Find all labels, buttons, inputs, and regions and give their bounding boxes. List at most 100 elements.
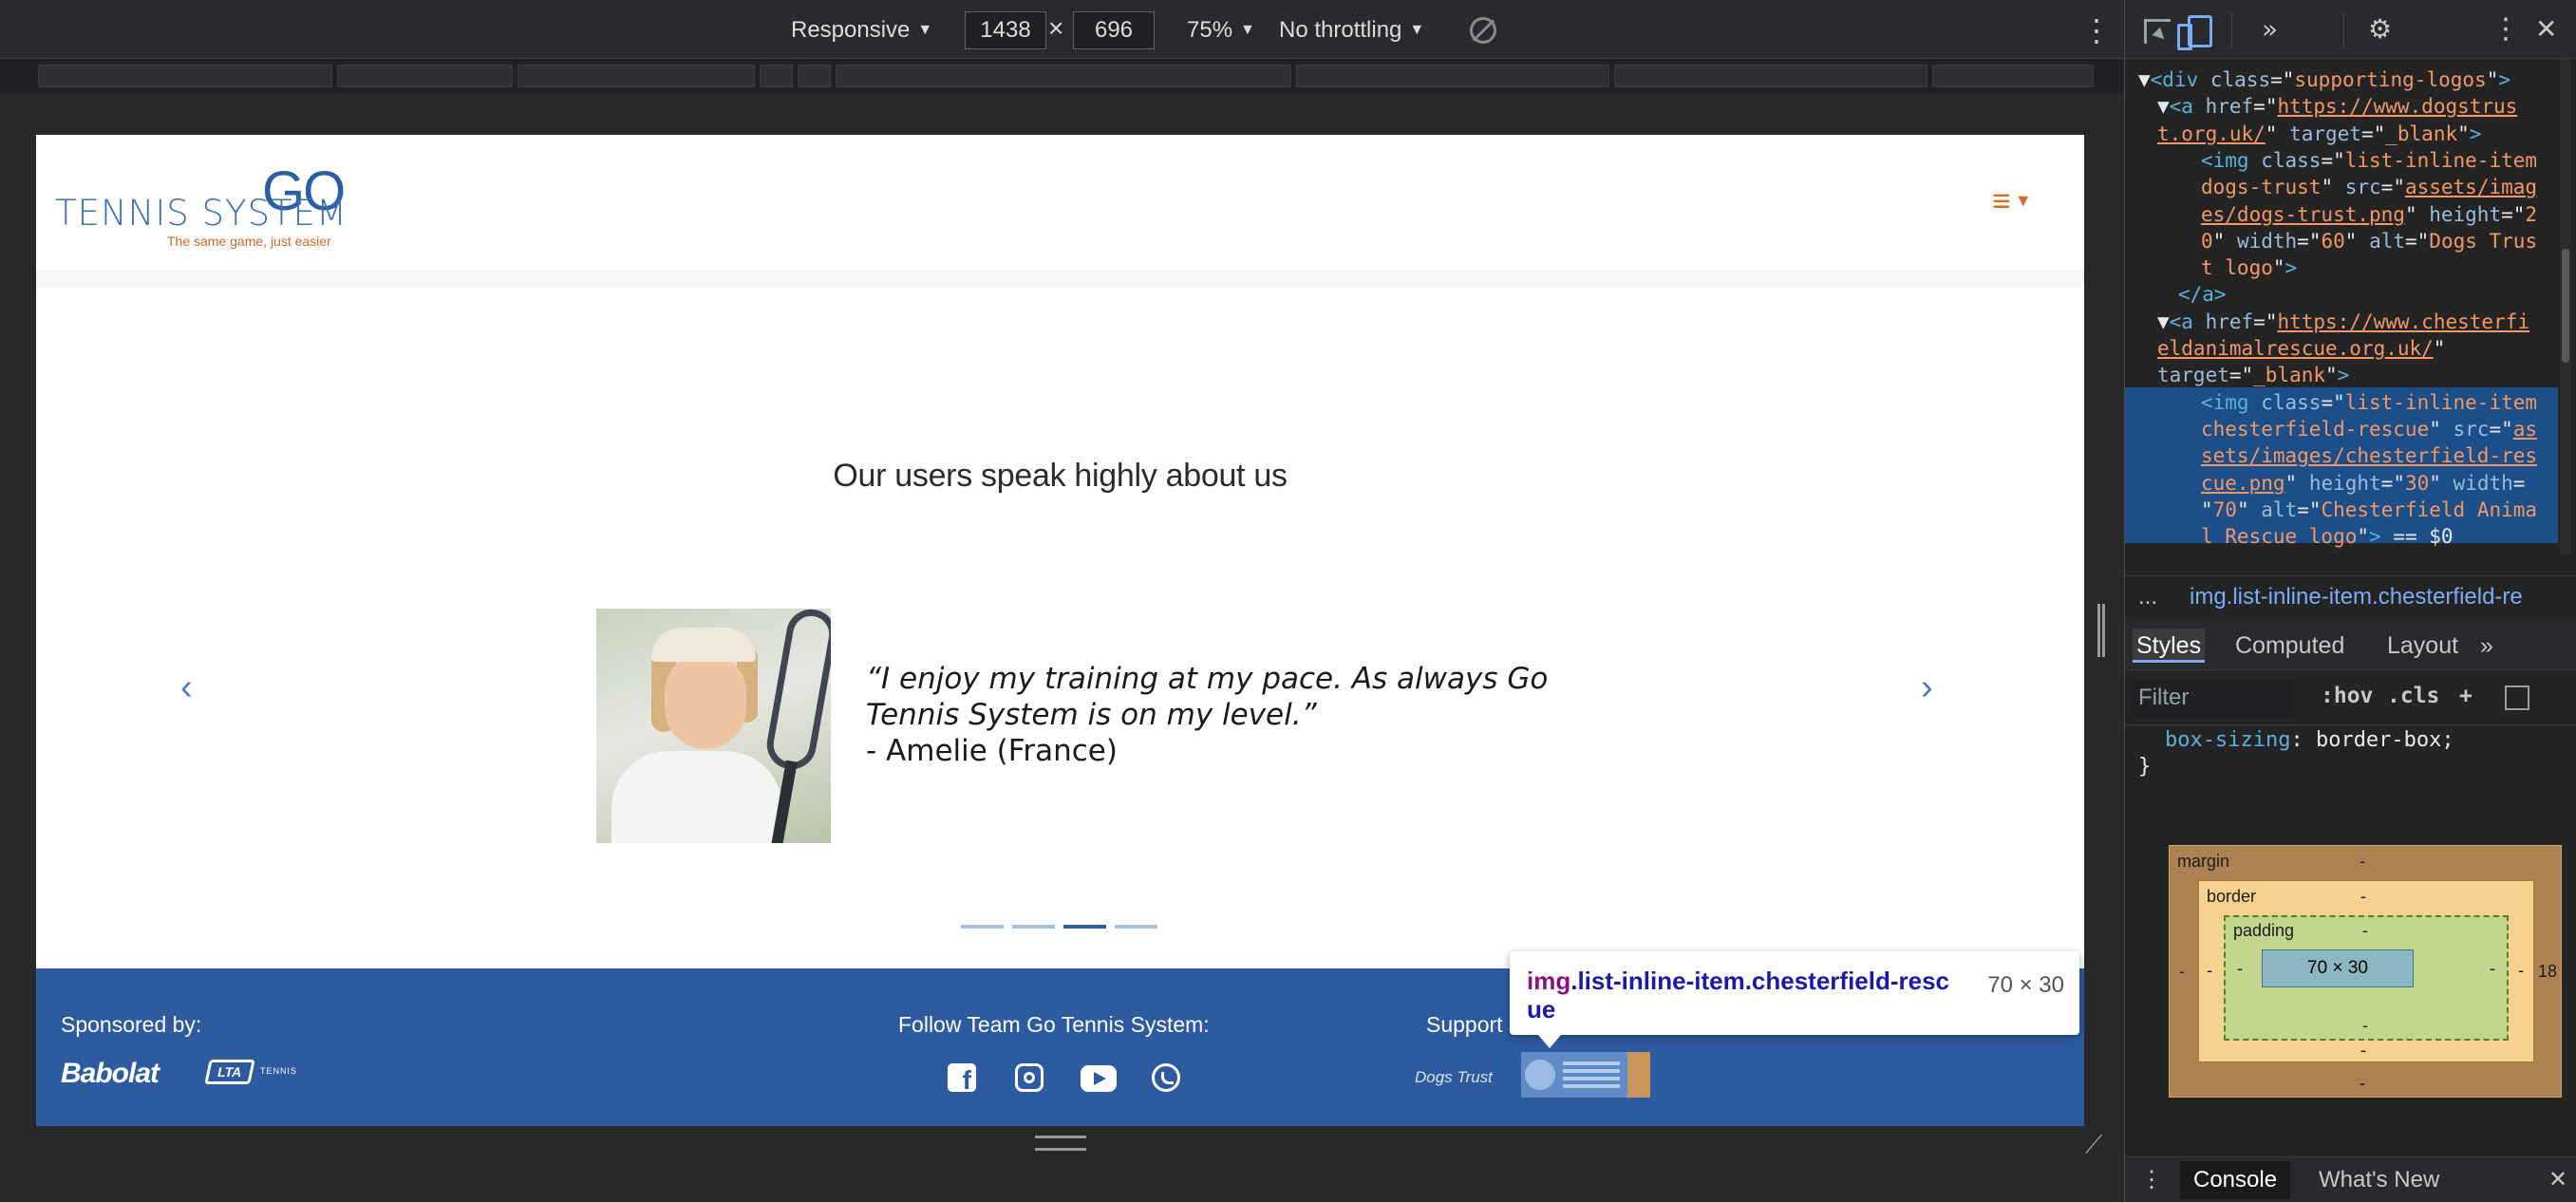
drawer-menu-icon[interactable]: ⋮ — [2127, 1161, 2176, 1199]
hamburger-icon[interactable]: ≡ ▼ — [1992, 184, 2032, 217]
more-panels-icon[interactable]: » — [2476, 629, 2497, 663]
carousel-indicator[interactable] — [1115, 925, 1157, 929]
height-input[interactable]: 696 — [1073, 11, 1155, 49]
tab-layout[interactable]: Layout — [2383, 629, 2462, 663]
dom-line[interactable]: t logo"> — [2201, 254, 2297, 281]
tab-console[interactable]: Console — [2180, 1161, 2291, 1199]
styles-filter-input[interactable] — [2133, 680, 2294, 716]
viewport-resize-handle[interactable] — [1035, 1136, 1086, 1151]
dom-token: =" — [2380, 471, 2405, 495]
dom-token: src — [2453, 417, 2490, 441]
carousel-indicator[interactable] — [961, 925, 1004, 929]
media-query-segment[interactable] — [337, 65, 513, 87]
breadcrumb-item[interactable]: img.list-inline-item.chesterfield-re — [2190, 584, 2523, 610]
dimensions-dropdown[interactable]: Responsive ▼ — [791, 11, 932, 49]
chevron-right-icon[interactable]: › — [1921, 668, 1933, 706]
close-icon[interactable]: ✕ — [2535, 15, 2557, 44]
dom-token: 2 — [2525, 202, 2538, 226]
dom-line[interactable]: t.org.uk/" target="_blank"> — [2157, 121, 2481, 147]
dom-line[interactable]: <img class="list-inline-item — [2201, 389, 2537, 416]
more-options-icon[interactable]: ⋮ — [2081, 15, 2112, 46]
media-query-segment[interactable] — [798, 65, 831, 87]
media-query-segment[interactable] — [517, 65, 755, 87]
styles-filter-bar: :hov .cls + — [2125, 670, 2576, 725]
dom-line[interactable]: dogs-trust" src="assets/imag — [2201, 174, 2537, 200]
close-drawer-icon[interactable]: ✕ — [2535, 1161, 2576, 1199]
dom-line[interactable]: target="_blank"> — [2157, 362, 2349, 388]
dom-line[interactable]: "70" alt="Chesterfield Anima — [2201, 497, 2537, 523]
chesterfield-rescue-logo[interactable] — [1521, 1052, 1627, 1098]
box-model-border-bottom: - — [2360, 1041, 2366, 1060]
photo-detail — [611, 751, 782, 843]
dogs-trust-logo[interactable]: Dogs Trust — [1415, 1060, 1504, 1096]
tab-styles[interactable]: Styles — [2133, 629, 2206, 663]
rotate-icon[interactable] — [1470, 17, 1496, 44]
media-query-segment[interactable] — [1614, 65, 1927, 87]
media-query-segment[interactable] — [1296, 65, 1609, 87]
dom-scrollbar[interactable] — [2560, 59, 2571, 554]
dom-line[interactable]: ▼<div class="supporting-logos"> — [2138, 66, 2510, 93]
site-logo[interactable]: GO TENNIS SYSTEM The same game, just eas… — [55, 160, 359, 251]
device-toolbar-toggle-icon[interactable] — [2177, 15, 2212, 50]
width-input[interactable]: 1438 — [965, 11, 1046, 49]
chevron-left-icon[interactable]: ‹ — [180, 668, 193, 706]
corner-resize-icon[interactable]: ⟋ — [2085, 1130, 2102, 1160]
lta-logo[interactable]: LTA TENNIS — [204, 1058, 308, 1088]
style-value[interactable]: border-box — [2316, 728, 2441, 752]
sidebar-toggle-icon[interactable] — [2505, 686, 2529, 710]
babolat-logo[interactable]: Babolat — [61, 1058, 160, 1090]
media-query-segment[interactable] — [38, 65, 332, 87]
instagram-icon[interactable] — [1015, 1063, 1044, 1092]
caret-down-icon: ▼ — [917, 22, 933, 38]
dom-line[interactable]: ▼<a href="https://www.dogstrus — [2157, 93, 2517, 120]
zoom-dropdown[interactable]: 75% ▼ — [1187, 11, 1255, 49]
whatsapp-icon[interactable] — [1152, 1063, 1180, 1092]
hover-state-toggle[interactable]: :hov — [2321, 684, 2373, 708]
dom-line[interactable]: cue.png" height="30" width= — [2201, 470, 2525, 497]
media-query-segment[interactable] — [1932, 65, 2094, 87]
dom-line[interactable]: ▼<a href="https://www.chesterfi — [2157, 309, 2529, 335]
dom-line[interactable]: chesterfield-rescue" src="as — [2201, 416, 2537, 442]
youtube-icon[interactable] — [1081, 1065, 1117, 1092]
dom-line[interactable]: </a> — [2178, 281, 2227, 308]
inspect-tooltip: img.list-inline-item.chesterfield-rescue… — [1510, 951, 2079, 1048]
dom-line[interactable]: 0" width="60" alt="Dogs Trus — [2201, 228, 2537, 254]
testimonial-photo — [596, 609, 831, 843]
dom-line[interactable]: <img class="list-inline-item — [2201, 147, 2537, 174]
dom-token: list-inline-item — [2344, 390, 2538, 414]
inspect-highlight-padding — [1627, 1052, 1650, 1098]
dom-token: sets/images/chesterfield-res — [2201, 444, 2538, 468]
dom-token: cue.png — [2201, 471, 2285, 495]
dom-token: <div — [2150, 68, 2210, 91]
carousel-indicator[interactable] — [1063, 925, 1106, 929]
photo-detail — [651, 628, 756, 662]
gear-icon[interactable]: ⚙ — [2368, 15, 2392, 44]
carousel-indicator[interactable] — [1012, 925, 1055, 929]
dom-line[interactable]: es/dogs-trust.png" height="2 — [2201, 201, 2537, 228]
facebook-icon[interactable] — [948, 1063, 976, 1096]
style-rule-close: } — [2138, 755, 2152, 779]
box-model-margin-bottom: - — [2360, 1074, 2365, 1093]
dom-line[interactable]: eldanimalrescue.org.uk/" — [2157, 335, 2445, 362]
tab-whats-new[interactable]: What's New — [2305, 1161, 2453, 1199]
new-rule-icon[interactable]: + — [2459, 684, 2473, 708]
media-query-segment[interactable] — [836, 65, 1291, 87]
style-property[interactable]: box-sizing — [2165, 728, 2290, 752]
kebab-menu-icon[interactable]: ⋮ — [2491, 15, 2520, 44]
dom-token: = — [2512, 471, 2526, 495]
tab-computed[interactable]: Computed — [2231, 629, 2348, 663]
media-query-segment[interactable] — [760, 65, 793, 87]
dom-line[interactable]: l Rescue logo"> == $0 — [2201, 523, 2454, 550]
throttling-dropdown[interactable]: No throttling ▼ — [1279, 11, 1424, 49]
dom-scroll-thumb[interactable] — [2562, 249, 2569, 363]
class-toggle[interactable]: .cls — [2387, 684, 2439, 708]
toolbar-divider — [2343, 13, 2344, 47]
breadcrumb-ellipsis[interactable]: ... — [2138, 584, 2157, 610]
box-model-content[interactable]: 70 × 30 — [2262, 949, 2414, 987]
dom-line[interactable]: sets/images/chesterfield-res — [2201, 442, 2537, 469]
device-toolbar: Responsive ▼ 1438 × 696 75% ▼ No throttlin… — [0, 0, 2124, 59]
box-model-border: border - - - - padding - - - - 70 × 30 — [2198, 880, 2534, 1062]
more-tabs-icon[interactable]: » — [2262, 15, 2278, 44]
inspect-element-icon[interactable] — [2144, 19, 2171, 44]
panel-split-handle[interactable] — [2097, 604, 2105, 657]
